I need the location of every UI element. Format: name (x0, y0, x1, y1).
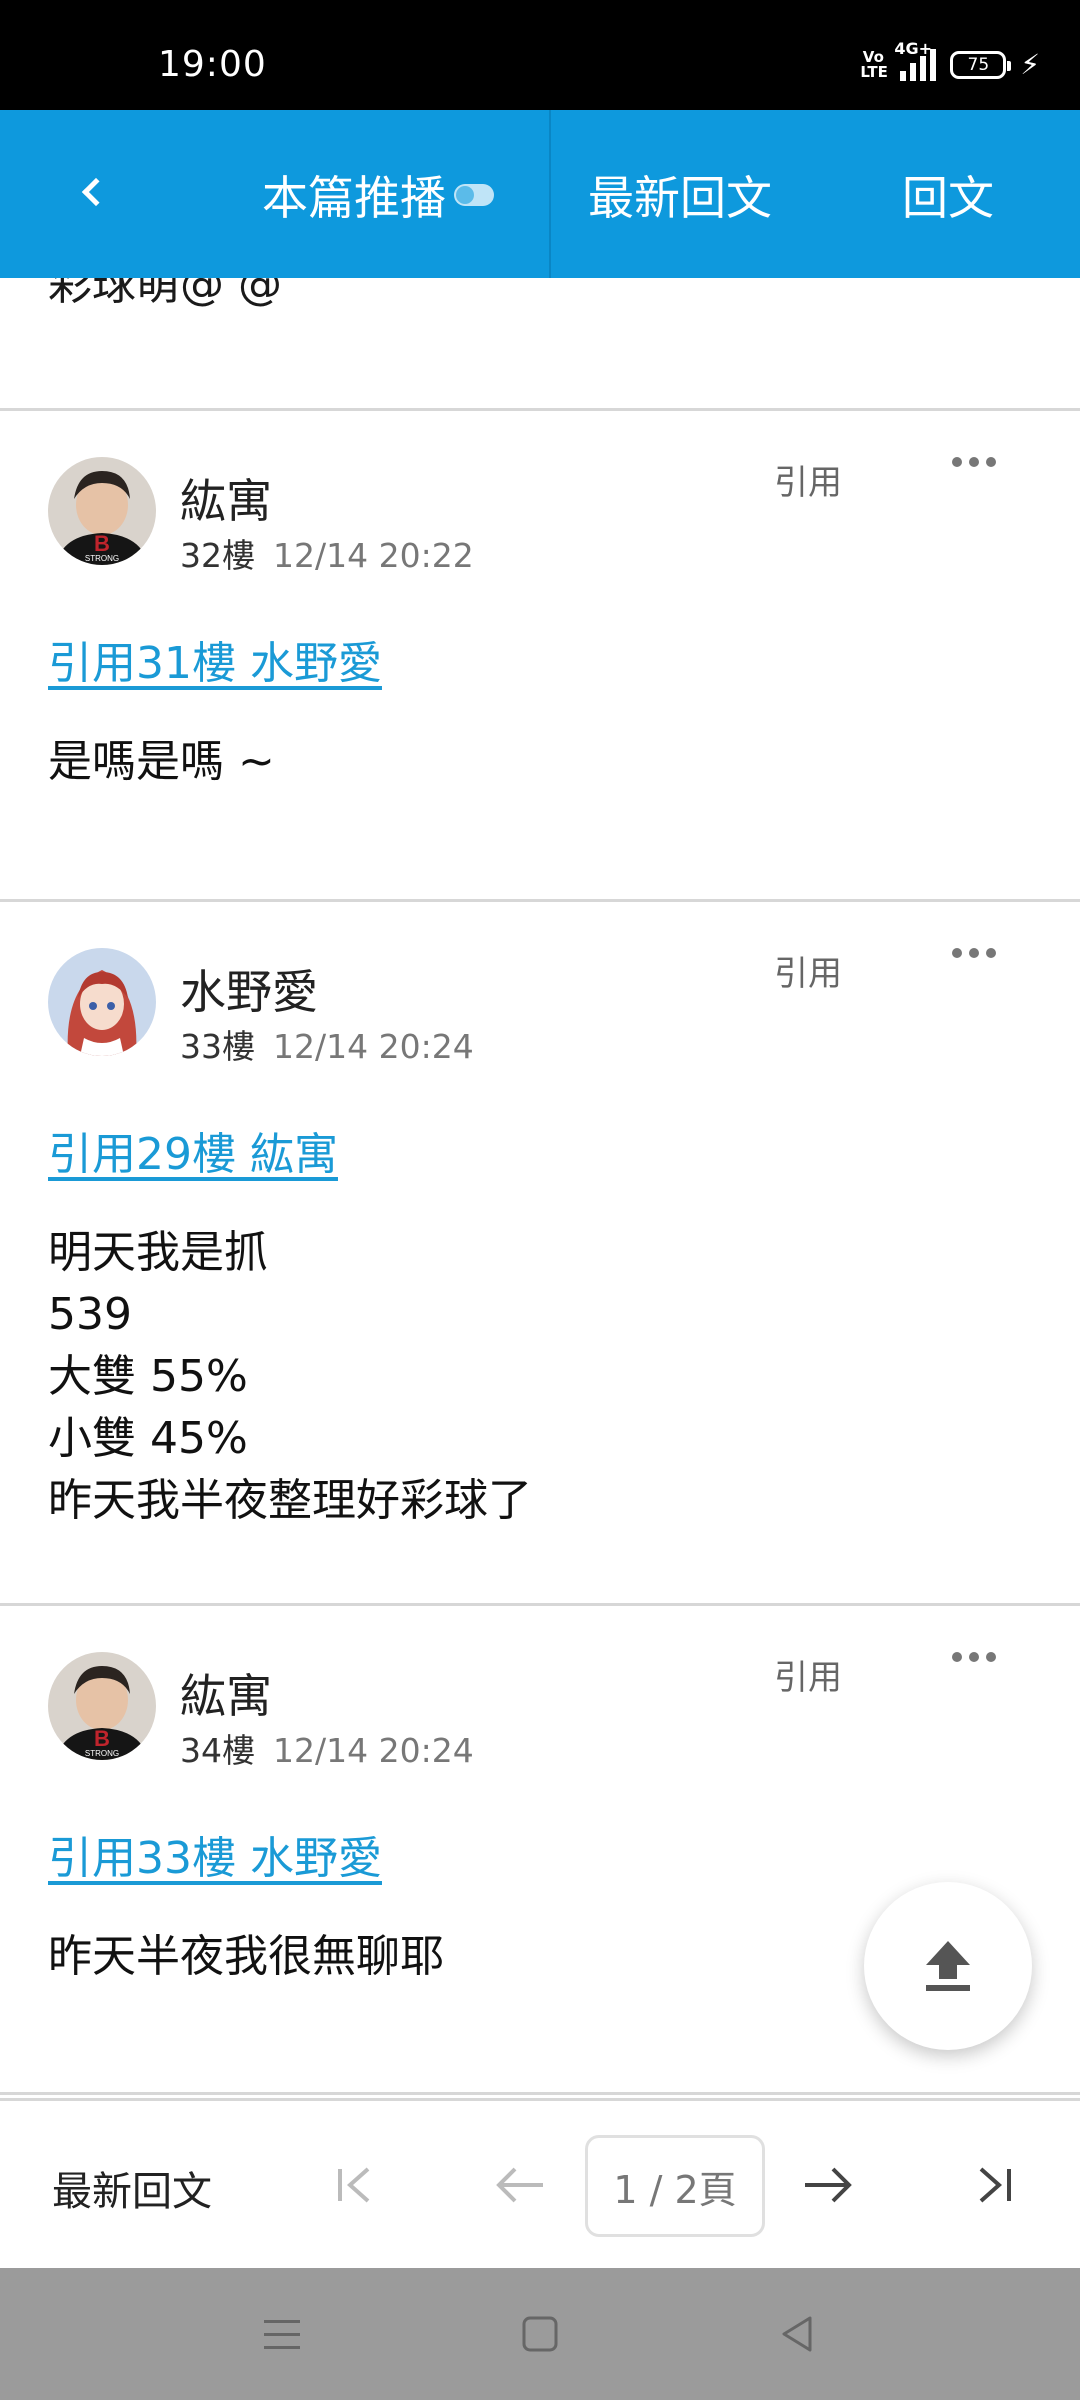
pager-bar: 最新回文 1 / 2頁 (0, 2098, 1080, 2268)
charging-icon: ⚡ (1020, 48, 1040, 81)
battery-icon: 75 (950, 50, 1012, 79)
toggle-icon[interactable] (454, 184, 494, 206)
status-icons: Vo LTE 4G+ 75 ⚡ (860, 39, 1040, 82)
post-33: 水野愛 33樓 12/14 20:24 引用 引用29樓 紘寓 明天我是抓 539… (0, 902, 1080, 1602)
home-icon (522, 2316, 558, 2352)
author-name[interactable]: 水野愛 (180, 956, 318, 1022)
network-type: 4G+ (894, 38, 932, 58)
upload-icon (926, 1941, 970, 1991)
svg-text:STRONG: STRONG (85, 554, 119, 563)
header-divider (549, 110, 551, 278)
system-nav-bar (0, 2268, 1080, 2400)
post-meta: 33樓 12/14 20:24 (180, 1020, 474, 1068)
svg-text:B: B (94, 531, 110, 556)
post-time: 12/14 20:22 (273, 536, 474, 575)
scroll-top-button[interactable] (864, 1882, 1032, 2050)
signal-icon: 4G+ (894, 39, 937, 81)
status-time: 19:00 (158, 44, 267, 85)
next-page-button[interactable] (788, 2145, 868, 2225)
pager-latest-button[interactable]: 最新回文 (52, 2159, 212, 2217)
svg-text:STRONG: STRONG (85, 1749, 119, 1758)
avatar[interactable]: B STRONG (48, 457, 156, 565)
first-page-button[interactable] (314, 2145, 394, 2225)
floor-number: 33樓 (180, 1027, 255, 1066)
prev-page-button[interactable] (480, 2145, 560, 2225)
latest-replies-button[interactable]: 最新回文 (588, 162, 772, 228)
push-notify-toggle[interactable]: 本篇推播 (262, 162, 494, 228)
post-time: 12/14 20:24 (273, 1731, 474, 1770)
more-icon[interactable] (952, 1652, 996, 1662)
quote-button[interactable]: 引用 (774, 455, 842, 504)
partial-post-text: 彩球萌@ @ (48, 278, 282, 310)
svg-text:B: B (94, 1726, 110, 1751)
back-nav-button[interactable] (770, 2306, 826, 2362)
avatar[interactable] (48, 948, 156, 1056)
floor-number: 32樓 (180, 536, 255, 575)
post-body: 明天我是抓 539 大雙 55% 小雙 45% 昨天我半夜整理好彩球了 (48, 1227, 532, 1526)
last-page-icon (979, 2167, 1011, 2203)
last-page-button[interactable] (955, 2145, 1035, 2225)
quote-link[interactable]: 引用33樓 水野愛 (48, 1822, 382, 1886)
header-title: 本篇推播 (262, 171, 446, 225)
status-bar: 19:00 Vo LTE 4G+ 75 ⚡ (0, 0, 1080, 110)
battery-level: 75 (967, 54, 990, 75)
app-header: 本篇推播 最新回文 回文 (0, 110, 1080, 278)
post-body: 昨天半夜我很無聊耶 (48, 1931, 444, 1982)
quote-link[interactable]: 引用29樓 紘寓 (48, 1118, 338, 1182)
back-icon (81, 177, 111, 207)
quote-button[interactable]: 引用 (774, 946, 842, 995)
page-selector[interactable]: 1 / 2頁 (585, 2135, 765, 2237)
post-body: 是嗎是嗎 ~ (48, 736, 275, 787)
quote-button[interactable]: 引用 (774, 1650, 842, 1699)
post-meta: 32樓 12/14 20:22 (180, 529, 474, 577)
menu-button[interactable] (254, 2306, 310, 2362)
next-page-icon (805, 2167, 852, 2203)
home-button[interactable] (512, 2306, 568, 2362)
more-icon[interactable] (952, 948, 996, 958)
post-time: 12/14 20:24 (273, 1027, 474, 1066)
thread-content[interactable]: 彩球萌@ @ B STRONG 紘寓 32樓 12/14 20:22 引用 引用3… (0, 278, 1080, 2098)
post-32: B STRONG 紘寓 32樓 12/14 20:22 引用 引用31樓 水野愛 … (0, 411, 1080, 787)
more-icon[interactable] (952, 457, 996, 467)
post-separator (0, 2092, 1080, 2095)
menu-icon (264, 2320, 300, 2349)
floor-number: 34樓 (180, 1731, 255, 1770)
author-name[interactable]: 紘寓 (180, 1660, 272, 1726)
first-page-icon (338, 2167, 370, 2203)
author-name[interactable]: 紘寓 (180, 465, 272, 531)
back-button[interactable] (60, 160, 124, 224)
back-nav-icon (782, 2316, 812, 2352)
reply-button[interactable]: 回文 (902, 162, 994, 228)
volte-icon: Vo LTE (860, 47, 888, 81)
post-meta: 34樓 12/14 20:24 (180, 1724, 474, 1772)
avatar[interactable]: B STRONG (48, 1652, 156, 1760)
quote-link[interactable]: 引用31樓 水野愛 (48, 627, 382, 691)
prev-page-icon (496, 2167, 543, 2203)
